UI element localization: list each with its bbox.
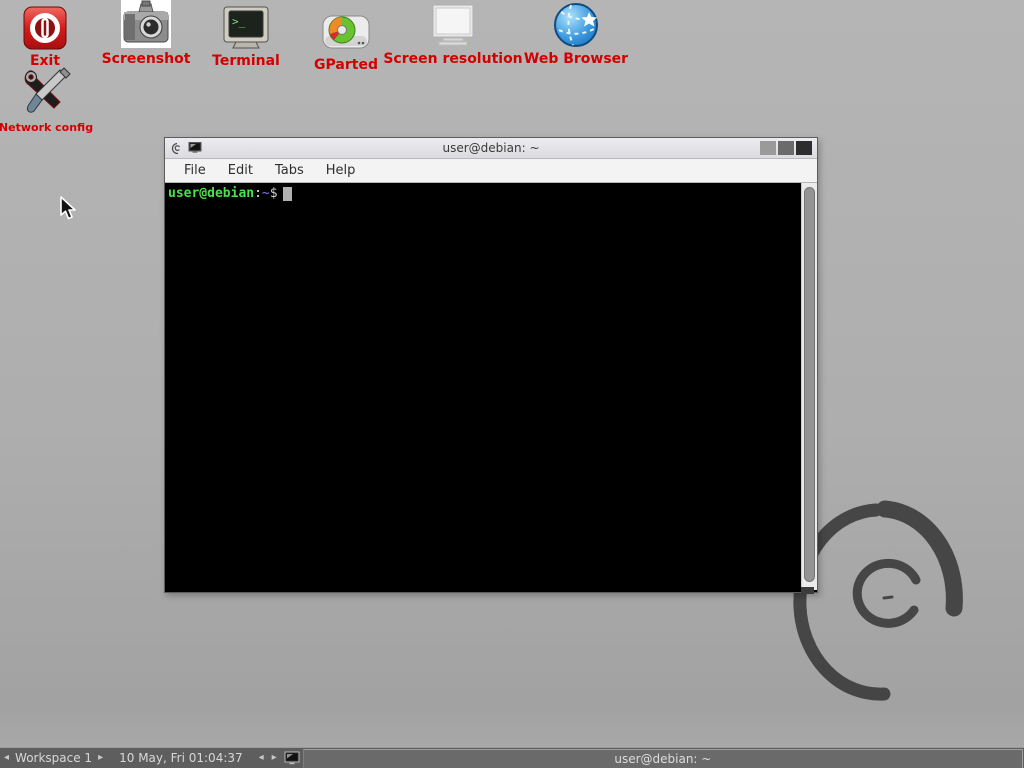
scrollbar-thumb[interactable] <box>804 187 815 582</box>
desktop: Exit Screenshot >_ <box>0 0 1024 768</box>
terminal-window: user@debian: ~ File Edit Tabs Help user@… <box>164 137 818 593</box>
exit-icon <box>23 2 67 50</box>
prompt-path: ~ <box>262 186 270 201</box>
terminal-menubar: File Edit Tabs Help <box>165 159 817 183</box>
terminal-cursor <box>283 187 292 201</box>
desktop-icon-label: GParted <box>314 57 378 73</box>
maximize-button[interactable] <box>778 141 794 155</box>
prompt-symbol: $ <box>270 186 278 201</box>
tools-icon <box>20 66 72 118</box>
prompt-user: user@debian <box>168 186 254 201</box>
taskbar-clock: 10 May, Fri 01:04:37 <box>107 751 255 765</box>
menu-file[interactable]: File <box>175 161 215 180</box>
svg-text:>_: >_ <box>232 15 246 28</box>
terminal-icon: >_ <box>222 2 270 50</box>
desktop-icon-web-browser[interactable]: Web Browser <box>511 0 641 67</box>
desktop-icon-label: Web Browser <box>524 51 628 67</box>
terminal-screen[interactable]: user@debian:~$ <box>165 183 817 590</box>
menu-edit[interactable]: Edit <box>219 161 262 180</box>
shell-prompt: user@debian:~$ <box>168 186 292 201</box>
menu-tabs[interactable]: Tabs <box>266 161 313 180</box>
desktop-icon-label: Screenshot <box>102 51 191 67</box>
task-button-label: user@debian: ~ <box>614 752 711 766</box>
monitor-icon <box>429 0 477 48</box>
minimize-button[interactable] <box>760 141 776 155</box>
desktop-icon-label: Network config <box>0 121 93 134</box>
taskbar-task-button[interactable]: user@debian: ~ <box>303 749 1023 768</box>
globe-icon <box>551 0 601 48</box>
tasklist-monitor-icon[interactable] <box>281 751 303 765</box>
close-button[interactable] <box>796 141 812 155</box>
workspace-label[interactable]: Workspace 1 <box>13 751 94 765</box>
tasklist-prev-arrow[interactable]: ◂ <box>255 748 268 768</box>
workspace-next-arrow[interactable]: ▸ <box>94 748 107 768</box>
taskbar: ◂ Workspace 1 ▸ 10 May, Fri 01:04:37 ◂ ▸… <box>0 747 1024 768</box>
window-titlebar[interactable]: user@debian: ~ <box>165 138 817 159</box>
terminal-scrollbar[interactable] <box>801 183 817 590</box>
camera-icon <box>121 0 171 48</box>
desktop-icon-label: Terminal <box>212 53 280 69</box>
workspace-prev-arrow[interactable]: ◂ <box>0 748 13 768</box>
window-title: user@debian: ~ <box>165 141 817 155</box>
desktop-icon-label: Screen resolution <box>383 51 522 67</box>
mouse-cursor <box>58 196 78 222</box>
desktop-icon-screen-resolution[interactable]: Screen resolution <box>388 0 518 67</box>
gparted-icon <box>321 6 371 54</box>
menu-help[interactable]: Help <box>317 161 365 180</box>
prompt-separator: : <box>254 186 262 201</box>
window-resize-grip[interactable] <box>801 587 814 594</box>
desktop-icon-network-config[interactable]: Network config <box>0 66 111 134</box>
tasklist-next-arrow[interactable]: ▸ <box>268 748 281 768</box>
